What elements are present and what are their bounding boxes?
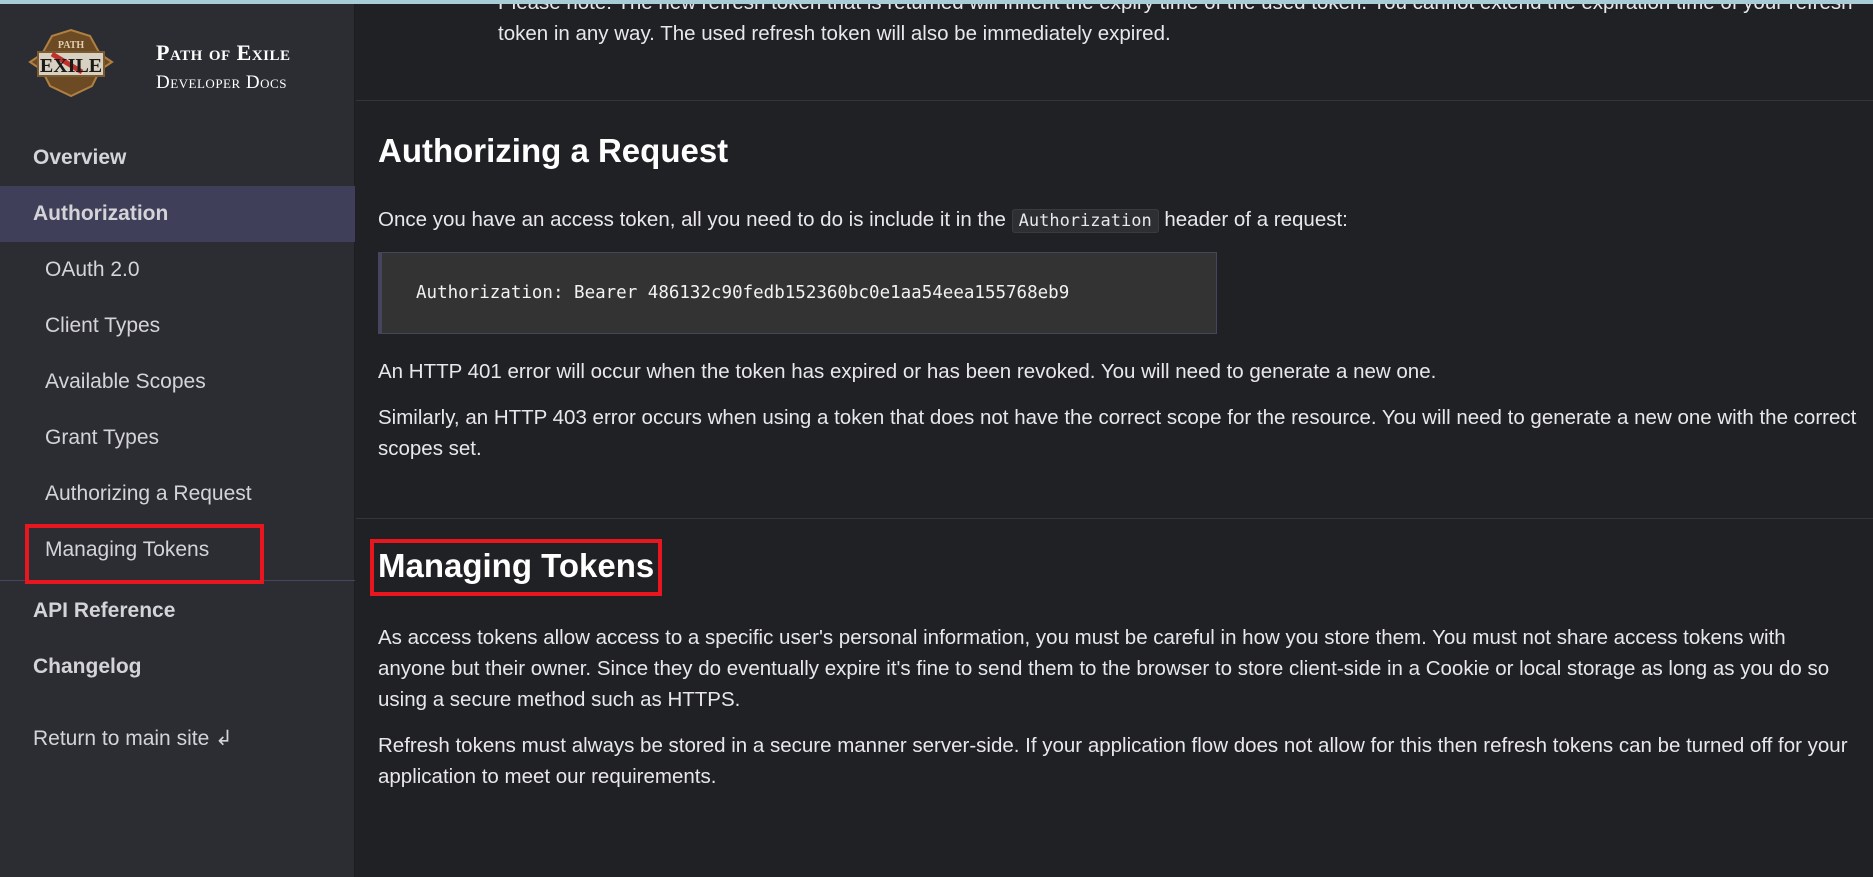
- sidebar-item-changelog[interactable]: Changelog: [0, 639, 355, 695]
- code-block: Authorization: Bearer 486132c90fedb15236…: [378, 252, 1217, 334]
- sidebar-item-overview[interactable]: Overview: [0, 130, 355, 186]
- section-divider: [356, 518, 1873, 519]
- section-divider: [356, 100, 1873, 101]
- sidebar-item-client-types[interactable]: Client Types: [0, 298, 355, 354]
- sidebar-nav: Overview Authorization OAuth 2.0 Client …: [0, 130, 355, 695]
- inline-code-authorization: Authorization: [1011, 209, 1159, 233]
- return-to-main-site-link[interactable]: Return to main site ↲: [33, 726, 233, 751]
- svg-text:EXILE: EXILE: [40, 55, 102, 77]
- sidebar-item-available-scopes[interactable]: Available Scopes: [0, 354, 355, 410]
- svg-text:PATH: PATH: [58, 40, 85, 51]
- sidebar-item-grant-types[interactable]: Grant Types: [0, 410, 355, 466]
- heading-managing-tokens: Managing Tokens: [370, 539, 663, 596]
- http-401-paragraph: An HTTP 401 error will occur when the to…: [378, 360, 1437, 383]
- intro-text: Once you have an access token, all you n…: [378, 208, 1012, 231]
- sidebar-item-managing-tokens[interactable]: Managing Tokens: [0, 522, 355, 584]
- refresh-token-storage-paragraph: Refresh tokens must always be stored in …: [378, 734, 1848, 788]
- brand-subtitle: Developer Docs: [156, 72, 287, 93]
- sidebar-item-authorization[interactable]: Authorization: [0, 186, 355, 242]
- heading-authorizing-a-request: Authorizing a Request: [378, 132, 729, 169]
- authorizing-intro: Once you have an access token, all you n…: [378, 204, 1858, 237]
- main-content: Please note: The new refresh token that …: [356, 0, 1873, 877]
- path-of-exile-logo[interactable]: EXILE PATH: [22, 26, 120, 98]
- sidebar-item-oauth[interactable]: OAuth 2.0: [0, 242, 355, 298]
- sidebar-item-authorizing-a-request[interactable]: Authorizing a Request: [0, 466, 355, 522]
- brand-title: Path of Exile: [156, 40, 291, 65]
- refresh-token-note: Please note: The new refresh token that …: [498, 0, 1853, 45]
- sidebar: EXILE PATH Path of Exile Developer Docs …: [0, 0, 355, 877]
- top-border: [0, 0, 1873, 4]
- sidebar-item-api-reference[interactable]: API Reference: [0, 583, 355, 639]
- http-403-paragraph: Similarly, an HTTP 403 error occurs when…: [378, 406, 1857, 460]
- brand: Path of Exile Developer Docs: [156, 40, 291, 94]
- access-token-storage-paragraph: As access tokens allow access to a speci…: [378, 626, 1830, 711]
- intro-text-end: header of a request:: [1158, 208, 1348, 231]
